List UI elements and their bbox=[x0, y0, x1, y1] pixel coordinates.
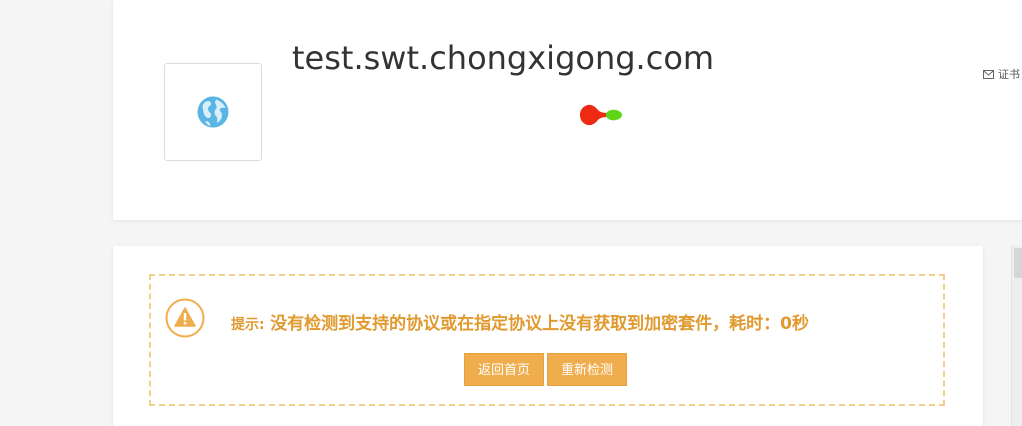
scrollbar[interactable] bbox=[1011, 246, 1022, 426]
globe-icon bbox=[197, 96, 229, 128]
result-card: 提示: 没有检测到支持的协议或在指定协议上没有获取到加密套件，耗时：0秒 返回首… bbox=[113, 246, 983, 426]
site-favicon bbox=[164, 63, 262, 161]
notice-box: 提示: 没有检测到支持的协议或在指定协议上没有获取到加密套件，耗时：0秒 返回首… bbox=[149, 274, 945, 406]
cert-link-label: 证书 bbox=[998, 68, 1020, 81]
notice-text: 没有检测到支持的协议或在指定协议上没有获取到加密套件，耗时：0秒 bbox=[270, 314, 810, 334]
envelope-icon bbox=[983, 69, 994, 79]
notice-message: 提示: 没有检测到支持的协议或在指定协议上没有获取到加密套件，耗时：0秒 bbox=[231, 309, 809, 334]
notice-label: 提示: bbox=[231, 317, 265, 333]
status-indicator-icon bbox=[580, 104, 622, 126]
warning-icon bbox=[165, 298, 205, 338]
domain-title: test.swt.chongxigong.com bbox=[292, 39, 715, 77]
action-buttons: 返回首页 重新检测 bbox=[464, 353, 628, 386]
page: test.swt.chongxigong.com 证书 提示: 没有检测到支持的… bbox=[0, 0, 1022, 426]
scrollbar-thumb[interactable] bbox=[1014, 248, 1022, 278]
recheck-button[interactable]: 重新检测 bbox=[547, 353, 628, 386]
home-button[interactable]: 返回首页 bbox=[464, 353, 545, 386]
cert-link[interactable]: 证书 bbox=[983, 66, 1020, 82]
domain-card: test.swt.chongxigong.com 证书 bbox=[113, 0, 1022, 220]
